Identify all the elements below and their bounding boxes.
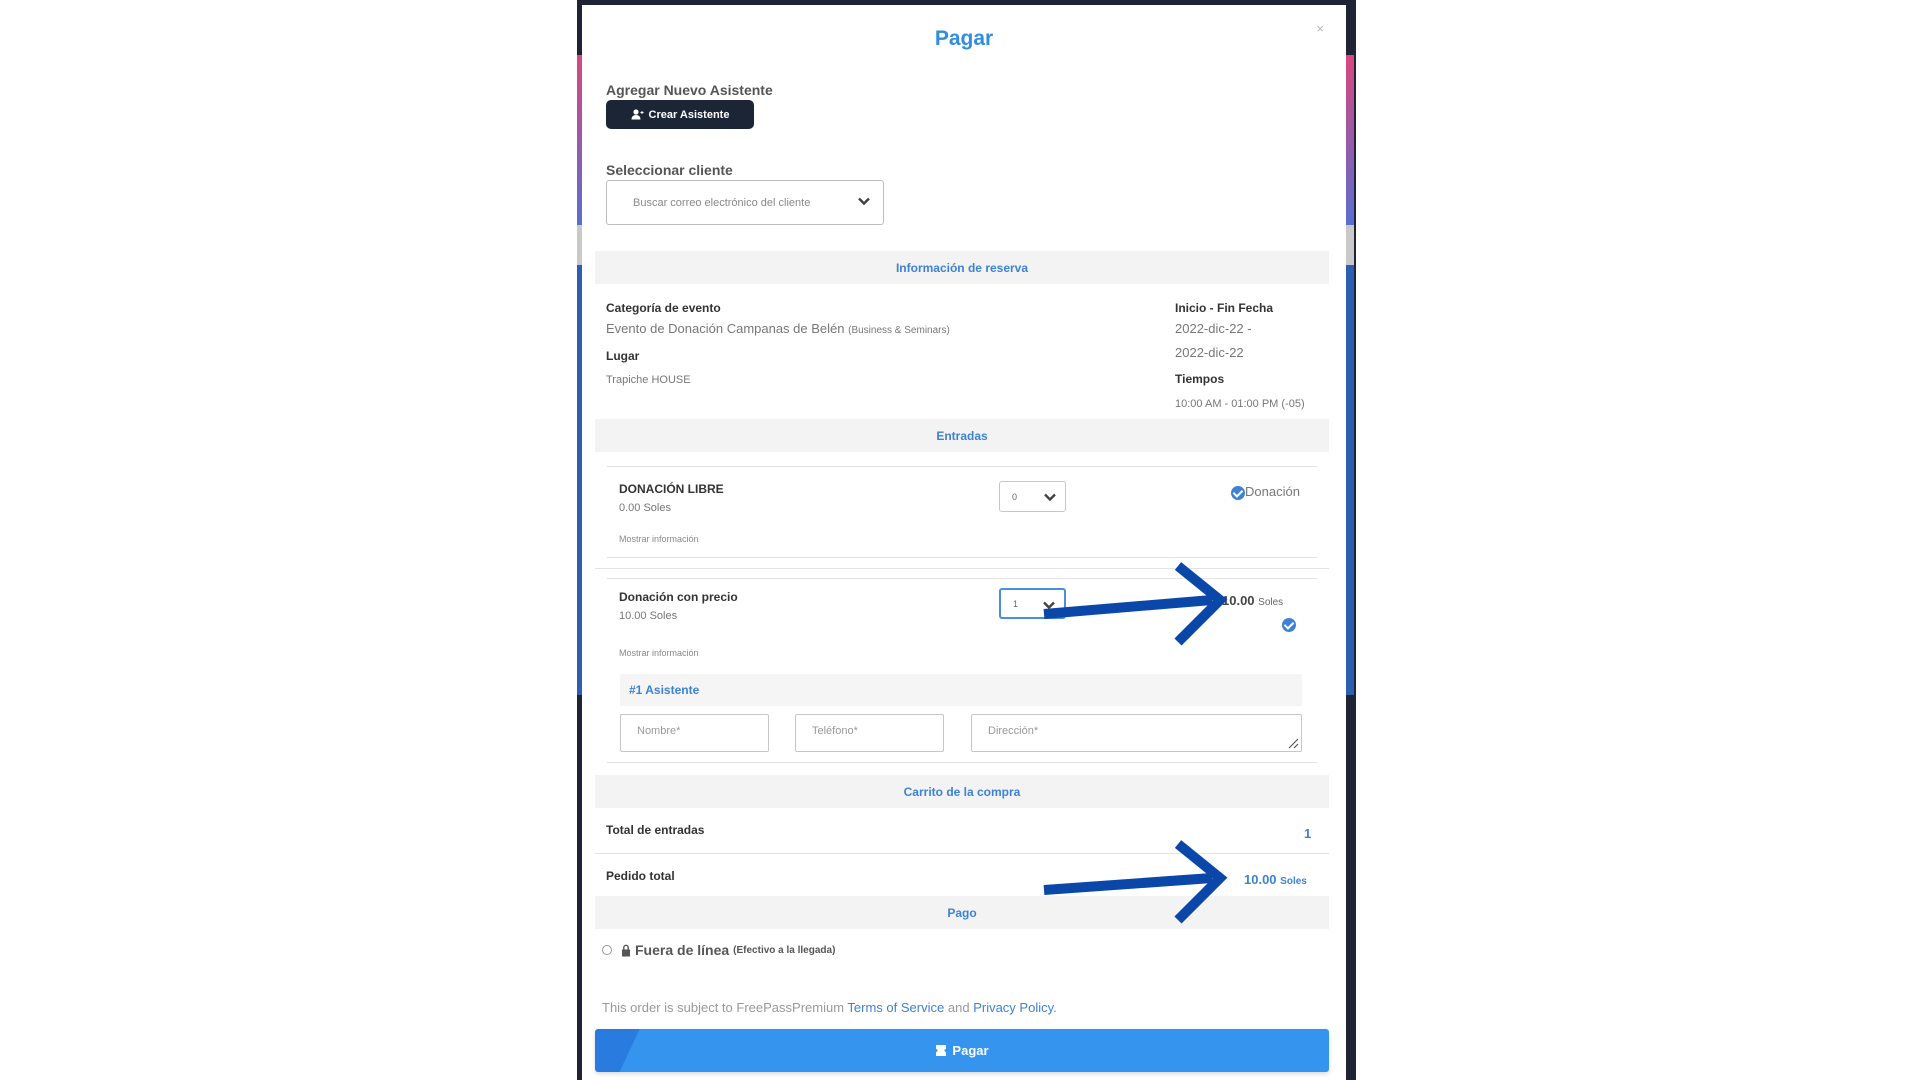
show-info-link[interactable]: Mostrar información bbox=[619, 648, 699, 658]
name-field[interactable]: Nombre* bbox=[620, 714, 769, 752]
chevron-down-icon bbox=[858, 197, 870, 206]
terms-and: and bbox=[947, 1000, 970, 1015]
divider bbox=[607, 466, 1317, 467]
dates-label: Inicio - Fin Fecha bbox=[1175, 301, 1274, 315]
ticket-icon bbox=[936, 1045, 947, 1056]
ticket-price: 0.00 Soles bbox=[619, 502, 671, 514]
ticket-price: 10.00 Soles bbox=[619, 610, 678, 622]
order-total-amount: 10.00 bbox=[1244, 872, 1277, 887]
venue-label: Lugar bbox=[606, 349, 640, 363]
ticket-subtotal: 10.00 Soles bbox=[1222, 593, 1283, 608]
phone-field[interactable]: Teléfono* bbox=[795, 714, 944, 752]
start-date: 2022-dic-22 - bbox=[1175, 321, 1252, 336]
ticket-name: DONACIÓN LIBRE bbox=[619, 482, 724, 496]
privacy-policy-link[interactable]: Privacy Policy. bbox=[973, 1000, 1057, 1015]
divider bbox=[607, 557, 1317, 558]
event-name-text: Evento de Donación Campanas de Belén bbox=[606, 321, 845, 336]
background-strip bbox=[1346, 225, 1354, 265]
select-client-label: Seleccionar cliente bbox=[606, 162, 733, 178]
name-placeholder: Nombre* bbox=[637, 725, 681, 737]
event-category-text: (Business & Seminars) bbox=[848, 325, 950, 336]
terms-of-service-link[interactable]: Terms of Service bbox=[847, 1000, 944, 1015]
offline-payment-radio[interactable] bbox=[602, 945, 612, 955]
check-circle-icon bbox=[1231, 485, 1245, 500]
add-attendee-label: Agregar Nuevo Asistente bbox=[606, 82, 773, 98]
background-strip bbox=[1346, 55, 1354, 225]
pay-button[interactable]: Pagar bbox=[595, 1029, 1329, 1072]
reservation-section-header: Información de reserva bbox=[595, 251, 1329, 284]
venue-value: Trapiche HOUSE bbox=[606, 374, 691, 386]
total-tickets-value: 1 bbox=[1304, 826, 1312, 841]
ticket-name: Donación con precio bbox=[619, 590, 738, 604]
terms-prefix: This order is subject to FreePassPremium bbox=[602, 1000, 845, 1015]
pay-button-label: Pagar bbox=[952, 1043, 989, 1058]
address-placeholder: Dirección* bbox=[988, 725, 1039, 737]
client-search-select[interactable]: Buscar correo electrónico del cliente bbox=[606, 180, 884, 225]
times-label: Tiempos bbox=[1175, 372, 1225, 386]
check-circle-icon bbox=[1282, 618, 1296, 632]
create-attendee-label: Crear Asistente bbox=[648, 108, 730, 121]
event-category-label: Categoría de evento bbox=[606, 301, 721, 315]
offline-payment-option[interactable]: Fuera de línea (Efectivo a la llegada) bbox=[621, 942, 835, 958]
attendee-header: #1 Asistente bbox=[620, 674, 1302, 706]
order-total-value: 10.00 Soles bbox=[1244, 872, 1307, 887]
client-search-placeholder: Buscar correo electrónico del cliente bbox=[633, 196, 811, 209]
ticket-qty-value: 1 bbox=[1013, 598, 1019, 609]
checkout-modal: × Pagar Agregar Nuevo Asistente Crear As… bbox=[582, 5, 1346, 1080]
order-total-label: Pedido total bbox=[606, 869, 675, 883]
total-tickets-label: Total de entradas bbox=[606, 823, 705, 837]
annotation-arrow-icon bbox=[1043, 562, 1228, 646]
address-textarea[interactable]: Dirección* bbox=[971, 714, 1302, 752]
background-strip bbox=[1346, 265, 1354, 695]
order-total-currency: Soles bbox=[1280, 876, 1307, 887]
chevron-down-icon bbox=[1044, 493, 1056, 502]
offline-payment-note: (Efectivo a la llegada) bbox=[733, 944, 836, 956]
lock-icon bbox=[622, 944, 630, 956]
cart-section-header: Carrito de la compra bbox=[595, 775, 1329, 808]
ticket-qty-value: 0 bbox=[1012, 491, 1018, 502]
show-info-link[interactable]: Mostrar información bbox=[619, 534, 699, 544]
create-attendee-button[interactable]: Crear Asistente bbox=[606, 100, 754, 129]
modal-title: Pagar bbox=[934, 27, 994, 50]
resize-handle-icon[interactable] bbox=[1287, 737, 1299, 749]
divider bbox=[607, 762, 1317, 763]
terms-notice: This order is subject to FreePassPremium… bbox=[602, 1000, 1057, 1015]
event-name: Evento de Donación Campanas de Belén (Bu… bbox=[606, 321, 950, 336]
tickets-section-header: Entradas bbox=[595, 419, 1329, 452]
donation-tag-label: Donación bbox=[1245, 484, 1300, 499]
end-date: 2022-dic-22 bbox=[1175, 345, 1244, 360]
user-plus-icon bbox=[631, 109, 644, 120]
ticket-qty-select[interactable]: 0 bbox=[999, 481, 1066, 512]
offline-payment-label: Fuera de línea bbox=[635, 942, 730, 958]
times-value: 10:00 AM - 01:00 PM (-05) bbox=[1175, 398, 1305, 410]
ticket-subtotal-currency: Soles bbox=[1258, 597, 1284, 608]
annotation-arrow-icon bbox=[1043, 840, 1228, 924]
phone-placeholder: Teléfono* bbox=[812, 725, 858, 737]
donation-tag: Donación bbox=[1231, 484, 1300, 500]
